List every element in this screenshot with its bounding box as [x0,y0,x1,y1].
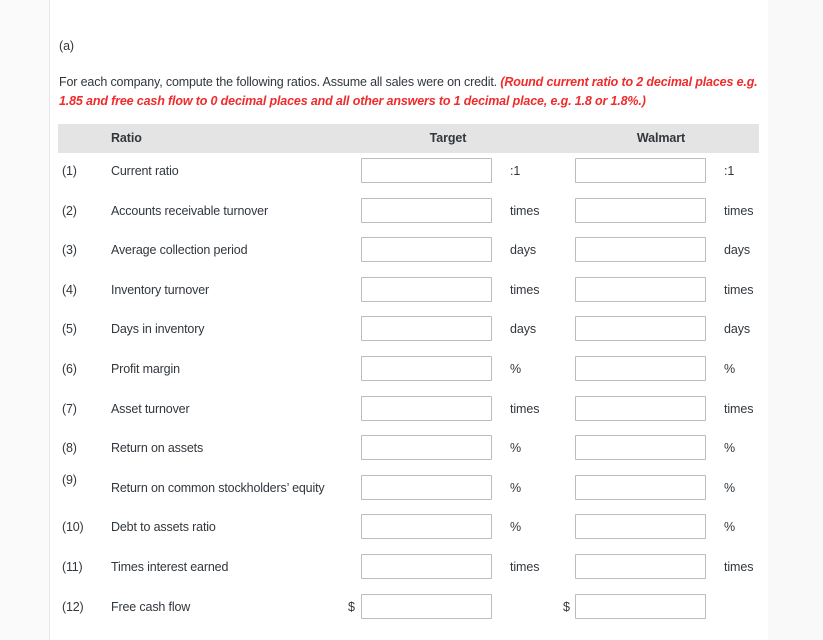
ratio-label: Profit margin [111,361,180,376]
target-answer-input[interactable] [361,435,492,461]
table-row: (4) Inventory turnover times times [58,272,759,312]
worksheet-page: (a) For each company, compute the follow… [0,0,823,640]
walmart-answer-input[interactable] [575,593,706,619]
walmart-currency-prefix: $ [563,599,570,614]
table-row: (10) Debt to assets ratio%% [58,509,759,549]
walmart-unit-label: times [724,401,754,416]
walmart-unit-label: days [724,322,751,337]
walmart-answer-input[interactable] [575,395,706,421]
target-answer-input[interactable] [361,514,492,540]
table-row: (3) Average collection period days days [58,232,759,272]
table-row: (6) Profit margin%% [58,351,759,391]
row-number: (10) [62,520,84,535]
part-label: (a) [59,39,74,53]
walmart-unit-label: times [724,203,754,218]
row-number: (11) [62,559,83,574]
ratios-table: Ratio Target Walmart (1) Current ratio :1:… [58,124,759,628]
table-row: (11) Times interest earned times times [58,549,759,589]
column-header-walmart: Walmart [636,131,686,145]
row-number: (9) [62,472,77,487]
left-gutter [0,0,50,640]
target-unit-label: % [510,441,522,456]
table-row: (5) Days in inventory days days [58,311,759,351]
target-unit-label: % [510,520,522,535]
worksheet-content: (a) For each company, compute the follow… [51,0,768,640]
target-unit-label: % [510,480,522,495]
walmart-answer-input[interactable] [575,316,706,342]
target-answer-input[interactable] [361,355,492,381]
target-answer-input[interactable] [361,553,492,579]
target-unit-label: times [510,282,540,297]
ratio-label: Free cash flow [111,599,191,614]
ratio-label: Inventory turnover [111,282,210,297]
table-row: (7) Asset turnover times times [58,391,759,431]
row-number: (2) [62,203,77,218]
column-header-ratio: Ratio [111,131,142,145]
table-row: (1) Current ratio :1 :1 [58,153,759,193]
table-row: (8) Return on assets%% [58,430,759,470]
right-gutter [768,0,823,640]
target-unit-label: times [510,559,540,574]
column-header-target: Target [429,131,467,145]
walmart-answer-input[interactable] [575,355,706,381]
instructions-text: For each company, compute the following … [59,73,759,111]
row-number: (3) [62,243,77,258]
target-answer-input[interactable] [361,474,492,500]
ratio-label: Days in inventory [111,322,205,337]
table-row: (12) Free cash flow $ $ [58,589,759,629]
walmart-answer-input[interactable] [575,237,706,263]
walmart-unit-label: days [724,243,751,258]
walmart-unit-label: % [724,441,736,456]
row-number: (1) [62,164,77,178]
ratio-label: Current ratio [111,164,179,178]
row-number: (7) [62,401,77,416]
target-unit-label: % [510,361,522,376]
ratio-label: Debt to assets ratio [111,520,216,535]
ratio-label: Average collection period [111,243,248,258]
walmart-unit-label: :1 [724,164,735,178]
ratio-label: Return on assets [111,441,204,456]
target-answer-input[interactable] [361,276,492,302]
target-unit-label: days [510,322,537,337]
instructions-lead: For each company, compute the following … [59,75,501,89]
target-answer-input[interactable] [361,395,492,421]
row-number: (6) [62,361,77,376]
walmart-answer-input[interactable] [575,158,706,183]
target-answer-input[interactable] [361,316,492,342]
walmart-answer-input[interactable] [575,514,706,540]
target-answer-input[interactable] [361,237,492,263]
target-currency-prefix: $ [348,599,355,614]
table-row: (2) Accounts receivable turnover times time… [58,193,759,233]
target-unit-label: times [510,203,540,218]
walmart-answer-input[interactable] [575,197,706,223]
walmart-answer-input[interactable] [575,435,706,461]
target-unit-label: times [510,401,540,416]
row-number: (12) [62,599,84,614]
walmart-answer-input[interactable] [575,553,706,579]
target-answer-input[interactable] [361,593,492,619]
walmart-unit-label: times [724,559,754,574]
table-body: (1) Current ratio :1 :1 (2) Accounts receivab… [58,153,759,628]
ratio-label: Times interest earned [111,559,229,574]
target-unit-label: days [510,243,537,258]
row-number: (5) [62,322,77,337]
row-number: (8) [62,441,77,456]
walmart-unit-label: % [724,480,736,495]
table-row: (9) Return on common stockholders’ equity… [58,470,759,510]
ratio-label: Return on common stockholders’ equity [111,480,325,495]
ratio-label: Accounts receivable turnover [111,203,268,218]
walmart-unit-label: % [724,520,736,535]
walmart-unit-label: % [724,361,736,376]
row-number: (4) [62,282,77,297]
ratio-label: Asset turnover [111,401,190,416]
target-answer-input[interactable] [361,197,492,223]
walmart-answer-input[interactable] [575,474,706,500]
walmart-answer-input[interactable] [575,276,706,302]
table-header-row: Ratio Target Walmart [58,124,759,153]
walmart-unit-label: times [724,282,754,297]
target-answer-input[interactable] [361,158,492,183]
target-unit-label: :1 [510,164,521,178]
